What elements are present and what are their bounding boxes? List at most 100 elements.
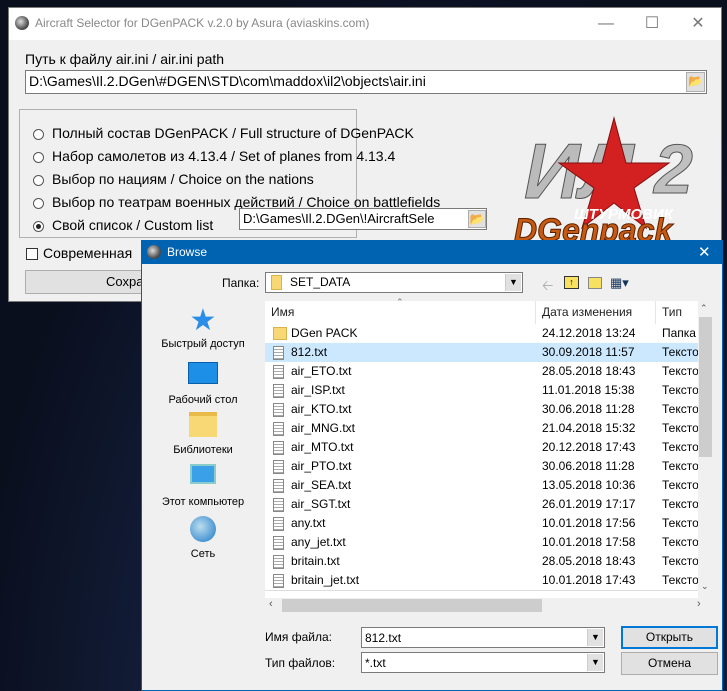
file-type: Тексто: [662, 478, 698, 492]
horizontal-scroll-thumb[interactable]: [282, 599, 542, 612]
browse-dialog: Browse ✕ Папка: SET_DATA ▼ 🡠 ↑ ▦▾ ★ Быст…: [141, 240, 723, 691]
file-row[interactable]: air_ISP.txt 11.01.2018 15:38 Тексто: [265, 381, 698, 400]
text-file-icon: [273, 346, 284, 360]
folder-label: Папка:: [222, 276, 260, 290]
libraries-icon: [148, 412, 258, 444]
radio-option-4[interactable]: [33, 221, 44, 232]
radio-option-label: Полный состав DGenPACK / Full structure …: [52, 125, 414, 141]
this-pc-icon: [148, 464, 258, 496]
filetype-select[interactable]: *.txt ▼: [361, 652, 605, 673]
file-row[interactable]: air_KTO.txt 30.06.2018 11:28 Тексто: [265, 400, 698, 419]
nav-item-label: Рабочий стол: [168, 394, 238, 406]
title-bar: Aircraft Selector for DGenPACK v.2.0 by …: [9, 8, 721, 40]
column-type[interactable]: Тип: [656, 301, 698, 324]
column-date[interactable]: Дата изменения: [536, 301, 656, 324]
file-date: 21.04.2018 15:32: [542, 421, 636, 435]
file-row[interactable]: air_MNG.txt 21.04.2018 15:32 Тексто: [265, 419, 698, 438]
file-type: Тексто: [662, 535, 698, 549]
dialog-close-button[interactable]: ✕: [698, 243, 711, 261]
file-name: 812.txt: [291, 345, 328, 359]
open-folder-icon: 📂: [469, 212, 485, 226]
file-name: air_MNG.txt: [291, 421, 356, 435]
file-name: air_ISP.txt: [291, 383, 345, 397]
file-row[interactable]: air_PTO.txt 30.06.2018 11:28 Тексто: [265, 457, 698, 476]
cancel-button[interactable]: Отмена: [621, 652, 718, 675]
browse-path-button[interactable]: 📂: [686, 72, 705, 92]
text-file-icon: [273, 365, 284, 379]
dialog-title-bar: Browse ✕: [142, 241, 722, 264]
nav-item-2[interactable]: Библиотеки: [148, 410, 258, 460]
chevron-down-icon[interactable]: ▼: [587, 629, 603, 646]
file-row[interactable]: 812.txt 30.09.2018 11:57 Тексто: [265, 343, 698, 362]
folder-icon: [271, 275, 282, 290]
file-row[interactable]: any.txt 10.01.2018 17:56 Тексто: [265, 514, 698, 533]
view-menu-icon[interactable]: ▦▾: [610, 275, 629, 291]
vertical-scroll-thumb[interactable]: [699, 317, 712, 457]
folder-value: SET_DATA: [290, 275, 351, 289]
file-name: air_ETO.txt: [291, 364, 352, 378]
svg-text:2: 2: [652, 130, 693, 208]
scroll-up-icon[interactable]: ⌃: [700, 303, 708, 314]
radio-option-label: Набор самолетов из 4.13.4 / Set of plane…: [52, 148, 396, 164]
file-type: Тексто: [662, 364, 698, 378]
file-type: Тексто: [662, 497, 698, 511]
file-list[interactable]: Имя ⌃ Дата изменения Тип DGen PACK 24.12…: [265, 297, 713, 598]
nav-item-1[interactable]: Рабочий стол: [148, 358, 258, 408]
filename-input[interactable]: 812.txt ▼: [361, 627, 605, 648]
file-name: air_PTO.txt: [291, 459, 352, 473]
file-row[interactable]: air_SEA.txt 13.05.2018 10:36 Тексто: [265, 476, 698, 495]
radio-option-2[interactable]: [33, 175, 44, 186]
file-name: britain.txt: [291, 554, 340, 568]
path-input[interactable]: D:\Games\Il.2.DGen\#DGEN\STD\com\maddox\…: [25, 70, 707, 94]
scroll-right-icon[interactable]: ›: [697, 598, 701, 610]
file-name: air_SGT.txt: [291, 497, 351, 511]
nav-item-4[interactable]: Сеть: [148, 514, 258, 564]
dialog-title: Browse: [167, 245, 208, 259]
radio-option-3[interactable]: [33, 198, 44, 209]
file-row[interactable]: air_ETO.txt 28.05.2018 18:43 Тексто: [265, 362, 698, 381]
nav-item-0[interactable]: ★ Быстрый доступ: [148, 306, 258, 356]
file-date: 28.05.2018 18:43: [542, 364, 636, 378]
scroll-down-icon[interactable]: ⌄: [701, 581, 709, 592]
nav-item-label: Быстрый доступ: [161, 338, 245, 350]
browse-custom-button[interactable]: 📂: [468, 210, 486, 228]
nav-item-label: Сеть: [190, 548, 216, 560]
file-row[interactable]: air_MTO.txt 20.12.2018 17:43 Тексто: [265, 438, 698, 457]
folder-combo[interactable]: SET_DATA ▼: [265, 272, 523, 293]
back-icon[interactable]: 🡠: [542, 275, 553, 299]
filename-label: Имя файла:: [265, 630, 332, 644]
custom-list-input[interactable]: D:\Games\Il.2.DGen\!AircraftSele: [239, 208, 487, 230]
chevron-down-icon[interactable]: ▼: [587, 654, 603, 671]
modern-checkbox[interactable]: [26, 248, 38, 260]
scroll-left-icon[interactable]: ‹: [269, 598, 273, 610]
file-name: any.txt: [291, 516, 326, 530]
up-folder-icon[interactable]: ↑: [564, 276, 579, 289]
close-button[interactable]: ✕: [683, 12, 713, 36]
app-icon: [147, 245, 161, 259]
open-folder-icon: 📂: [688, 74, 703, 88]
maximize-button[interactable]: ☐: [637, 12, 667, 36]
chevron-down-icon[interactable]: ▼: [505, 274, 521, 291]
file-date: 11.01.2018 15:38: [542, 383, 635, 397]
text-file-icon: [273, 555, 284, 569]
file-type: Тексто: [662, 402, 698, 416]
open-button[interactable]: Открыть: [621, 626, 718, 649]
file-row[interactable]: DGen PACK 24.12.2018 13:24 Папка: [265, 324, 698, 343]
file-name: air_MTO.txt: [291, 440, 354, 454]
file-type: Тексто: [662, 554, 698, 568]
file-row[interactable]: britain_jet.txt 10.01.2018 17:43 Тексто: [265, 571, 698, 590]
new-folder-icon[interactable]: [588, 277, 602, 289]
file-name: DGen PACK: [291, 326, 358, 340]
nav-item-3[interactable]: Этот компьютер: [148, 462, 258, 512]
horizontal-scrollbar[interactable]: ‹ ›: [265, 598, 713, 613]
app-icon: [15, 16, 29, 30]
file-row[interactable]: any_jet.txt 10.01.2018 17:58 Тексто: [265, 533, 698, 552]
radio-option-1[interactable]: [33, 152, 44, 163]
minimize-button[interactable]: —: [591, 12, 621, 36]
text-file-icon: [273, 460, 284, 474]
radio-option-0[interactable]: [33, 129, 44, 140]
file-date: 10.01.2018 17:43: [542, 573, 636, 587]
file-row[interactable]: air_SGT.txt 26.01.2019 17:17 Тексто: [265, 495, 698, 514]
vertical-scrollbar[interactable]: ⌃ ⌄: [698, 301, 713, 598]
file-row[interactable]: britain.txt 28.05.2018 18:43 Тексто: [265, 552, 698, 571]
